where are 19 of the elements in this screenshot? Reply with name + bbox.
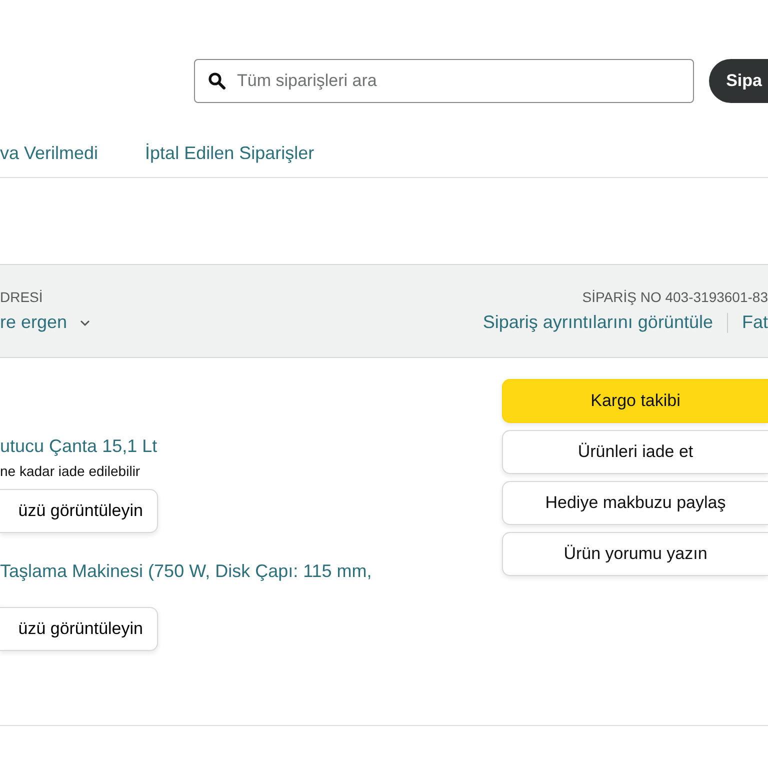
return-note: ne kadar iade edilebilir — [0, 463, 140, 479]
search-field[interactable]: Tüm siparişleri ara — [194, 59, 694, 103]
action-button[interactable]: Ürünleri iade et — [502, 430, 768, 474]
action-button[interactable]: Ürün yorumu yazın — [502, 532, 768, 576]
product-title-link[interactable]: utucu Çanta 15,1 Lt — [0, 434, 158, 458]
view-item-button[interactable]: üzü görüntüleyin — [0, 607, 158, 651]
view-item-button[interactable]: üzü görüntüleyin — [0, 489, 158, 533]
order-link[interactable]: Sipariş ayrıntılarını görüntüle — [482, 312, 713, 333]
search-orders-button[interactable]: Sipa — [709, 59, 768, 103]
tab[interactable]: İptal Edilen Siparişler — [145, 141, 314, 173]
action-button[interactable]: Kargo takibi — [502, 379, 768, 423]
recipient-link[interactable]: re ergen — [0, 312, 68, 333]
chevron-down-icon — [79, 318, 92, 326]
tab[interactable]: va Verilmedi — [0, 141, 98, 173]
column-heading: DRESİ — [0, 289, 44, 305]
action-button[interactable]: Hediye makbuzu paylaş — [502, 481, 768, 525]
order-link[interactable]: Fat — [742, 312, 768, 333]
product-title-link[interactable]: Taşlama Makinesi (750 W, Disk Çapı: 115 mm, — [0, 559, 372, 583]
order-number: SİPARİŞ NO 403-3193601-83 — [582, 289, 768, 305]
